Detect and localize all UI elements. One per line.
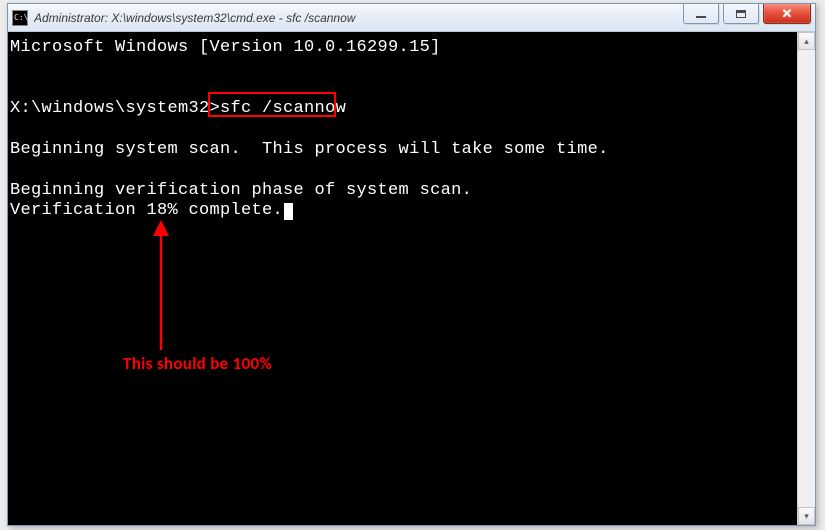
window-title: Administrator: X:\windows\system32\cmd.e… <box>34 11 679 25</box>
console-progress-percent: 18% <box>147 201 179 220</box>
maximize-button[interactable] <box>723 4 759 24</box>
scroll-down-button[interactable]: ▾ <box>798 507 815 525</box>
console-progress-prefix: Verification <box>10 201 147 220</box>
client-area: Microsoft Windows [Version 10.0.16299.15… <box>8 32 815 525</box>
chevron-up-icon: ▴ <box>804 36 809 47</box>
console-verify-line: Beginning verification phase of system s… <box>10 181 472 200</box>
titlebar[interactable]: C:\. Administrator: X:\windows\system32\… <box>8 4 815 32</box>
minimize-button[interactable] <box>683 4 719 24</box>
window-controls: ✕ <box>679 4 815 31</box>
console-progress-suffix: complete. <box>178 201 283 220</box>
cmd-icon: C:\. <box>12 10 28 26</box>
arrow-annotation-icon <box>146 220 176 355</box>
close-button[interactable]: ✕ <box>763 4 811 24</box>
maximize-icon <box>736 10 746 18</box>
minimize-icon <box>696 16 706 18</box>
console-cursor <box>284 203 293 220</box>
close-icon: ✕ <box>782 6 793 22</box>
scroll-up-button[interactable]: ▴ <box>798 32 815 50</box>
console-version-line: Microsoft Windows [Version 10.0.16299.15… <box>10 38 441 57</box>
console-scan-line: Beginning system scan. This process will… <box>10 140 609 159</box>
cmd-icon-text: C:\. <box>14 13 33 22</box>
console-command: sfc /scannow <box>220 99 346 118</box>
cmd-window: C:\. Administrator: X:\windows\system32\… <box>7 3 816 526</box>
chevron-down-icon: ▾ <box>804 511 809 522</box>
console-output[interactable]: Microsoft Windows [Version 10.0.16299.15… <box>8 32 797 525</box>
annotation-text: This should be 100% <box>123 354 272 374</box>
console-prompt: X:\windows\system32> <box>10 99 220 118</box>
vertical-scrollbar[interactable]: ▴ ▾ <box>797 32 815 525</box>
